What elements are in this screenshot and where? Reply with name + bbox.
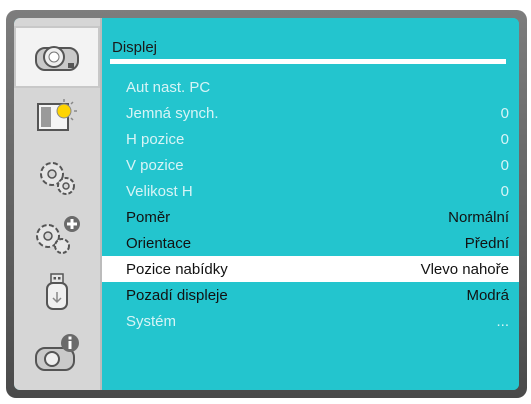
menu-item-label: H pozice (126, 131, 185, 148)
menu-item-2: Jemná synch. 0 (102, 100, 519, 126)
menu-item-5: Velikost H 0 (102, 178, 519, 204)
sidebar-item-advanced[interactable] (14, 204, 100, 266)
menu-item-label: Poměr (126, 209, 171, 226)
menu-sidebar (14, 18, 102, 390)
menu-item-value: 0 (500, 183, 509, 200)
title-divider (110, 59, 506, 64)
menu-item-9[interactable]: Pozadí displeje Modrá (102, 282, 519, 308)
osd-menu-frame: Displej Aut nast. PC Jemná synch. 0 H pozic… (6, 10, 527, 398)
menu-item-value: 0 (500, 105, 509, 122)
panel-title: Displej (112, 39, 158, 56)
info-icon (35, 334, 79, 371)
advanced-settings-icon (36, 216, 80, 254)
usb-icon (46, 273, 68, 310)
menu-item-label: Jemná synch. (126, 105, 219, 122)
menu-item-label: V pozice (126, 157, 184, 174)
menu-item-value: 0 (500, 131, 509, 148)
menu-item-value: 0 (500, 157, 509, 174)
menu-item-1: Aut nast. PC (102, 74, 519, 100)
menu-item-8[interactable]: Pozice nabídky Vlevo nahoře (102, 256, 519, 282)
menu-item-value: Modrá (466, 287, 509, 304)
menu-item-4: V pozice 0 (102, 152, 519, 178)
sidebar-item-display[interactable] (14, 26, 100, 88)
menu-item-label: Orientace (126, 235, 192, 252)
menu-item-label: Pozice nabídky (126, 261, 228, 278)
sidebar-item-settings[interactable] (14, 146, 100, 208)
menu-item-label: Pozadí displeje (126, 287, 228, 304)
menu-item-6[interactable]: Poměr Normální (102, 204, 519, 230)
menu-item-3: H pozice 0 (102, 126, 519, 152)
sidebar-item-usb[interactable] (14, 262, 100, 324)
sidebar-item-picture[interactable] (14, 86, 100, 148)
settings-icon (40, 162, 75, 195)
picture-adjust-icon (37, 99, 77, 131)
menu-item-10: Systém... (102, 308, 519, 334)
menu-item-value: Vlevo nahoře (420, 261, 509, 278)
menu-item-label: Velikost H (126, 183, 193, 200)
projector-icon (35, 46, 79, 71)
menu-item-label: Aut nast. PC (126, 79, 211, 96)
display-settings-panel: Displej Aut nast. PC Jemná synch. 0 H pozic… (102, 18, 519, 390)
menu-item-7[interactable]: Orientace Přední (102, 230, 519, 256)
menu-item-value: ... (496, 313, 509, 330)
osd-menu: Displej Aut nast. PC Jemná synch. 0 H pozic… (14, 18, 519, 390)
menu-item-value: Přední (464, 235, 509, 252)
menu-item-value: Normální (448, 209, 509, 226)
sidebar-item-info[interactable] (14, 322, 100, 384)
menu-item-label: Systém (126, 313, 177, 330)
